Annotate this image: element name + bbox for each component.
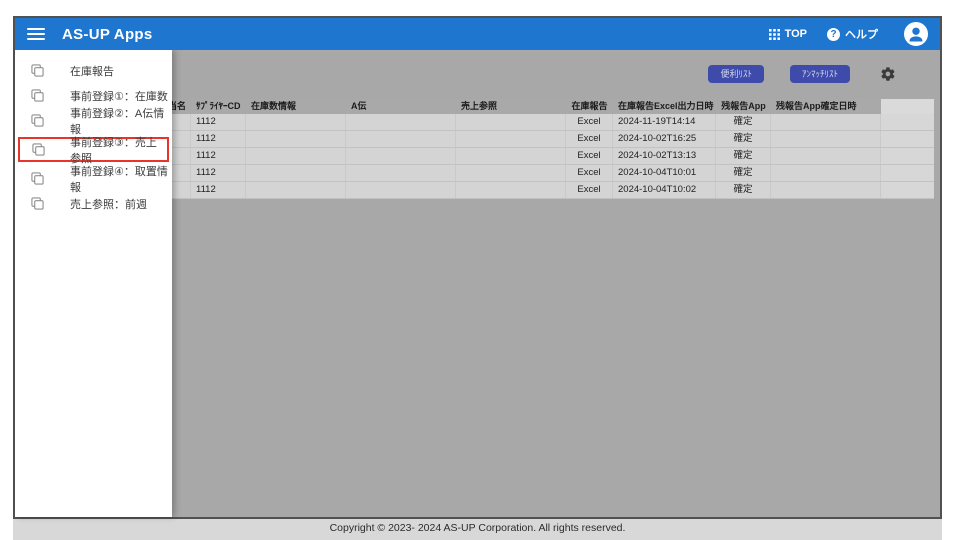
cell-filler	[881, 114, 934, 130]
cell-zan-app-datetime	[771, 165, 881, 181]
col-header-supplier-cd: ｻﾌﾟﾗｲﾔｰCD	[191, 99, 246, 114]
cell-zan-app: 確定	[716, 148, 771, 164]
cell-supplier-cd: 1112	[191, 182, 246, 198]
cell-aden	[346, 182, 456, 198]
top-link[interactable]: TOP	[768, 28, 807, 40]
cell-excel-datetime: 2024-10-02T13:13	[613, 148, 716, 164]
col-header-filler	[881, 99, 934, 114]
settings-gear-icon[interactable]	[880, 66, 896, 82]
cell-aden	[346, 148, 456, 164]
sidebar-item-label: 事前登録④：取置情報	[70, 165, 168, 194]
col-header-sales-ref: 売上参照	[456, 99, 566, 114]
table-row: 1112 Excel 2024-10-02T16:25 確定	[61, 131, 934, 148]
convenient-list-button[interactable]: 便利ﾘｽﾄ	[708, 65, 764, 83]
help-label: ヘルプ	[845, 29, 878, 41]
col-header-aden: A伝	[346, 99, 456, 114]
unmatch-list-button[interactable]: ｱﾝﾏｯﾁﾘｽﾄ	[789, 65, 850, 83]
copy-icon	[31, 89, 44, 102]
top-label: TOP	[784, 28, 807, 40]
action-toolbar: 便利ﾘｽﾄ ｱﾝﾏｯﾁﾘｽﾄ	[708, 65, 896, 83]
cell-excel-datetime: 2024-10-02T16:25	[613, 131, 716, 147]
col-header-stock-info: 在庫数情報	[246, 99, 346, 114]
cell-aden	[346, 131, 456, 147]
data-table: 担当名 ｻﾌﾟﾗｲﾔｰCD 在庫数情報 A伝 売上参照 在庫報告 在庫報告Exc…	[61, 99, 934, 199]
copy-icon	[31, 172, 44, 185]
cell-stock-report: Excel	[566, 114, 613, 130]
table-row: 1112 Excel 2024-10-02T13:13 確定	[61, 148, 934, 165]
cell-sales-ref	[456, 165, 566, 181]
page: AS-UP Apps TOP ? ヘルプ 便利ﾘｽﾄ ｱﾝﾏｯﾁﾘｽﾄ 担当名 …	[0, 0, 960, 540]
table-row: 1112 Excel 2024-10-04T10:01 確定	[61, 165, 934, 182]
sidebar-item-label: 事前登録②：A伝情報	[70, 107, 165, 136]
cell-zan-app-datetime	[771, 148, 881, 164]
cell-filler	[881, 182, 934, 198]
col-header-zan-app: 残報告App	[716, 99, 771, 114]
cell-stock-report: Excel	[566, 131, 613, 147]
cell-stock-info	[246, 131, 346, 147]
sidebar-item-label: 売上参照：前週	[70, 198, 147, 211]
cell-zan-app-datetime	[771, 131, 881, 147]
cell-stock-report: Excel	[566, 148, 613, 164]
footer-copyright: Copyright © 2023- 2024 AS-UP Corporation…	[13, 519, 942, 540]
table-row: 1112 Excel 2024-11-19T14:14 確定	[61, 114, 934, 131]
help-link[interactable]: ? ヘルプ	[827, 26, 878, 42]
cell-excel-datetime: 2024-10-04T10:02	[613, 182, 716, 198]
cell-supplier-cd: 1112	[191, 148, 246, 164]
cell-excel-datetime: 2024-11-19T14:14	[613, 114, 716, 130]
col-header-stock-report: 在庫報告	[566, 99, 613, 114]
cell-zan-app: 確定	[716, 114, 771, 130]
help-icon: ?	[827, 27, 840, 41]
col-header-excel-datetime: 在庫報告Excel出力日時	[613, 99, 716, 114]
cell-sales-ref	[456, 131, 566, 147]
copy-icon	[32, 143, 45, 156]
cell-stock-info	[246, 165, 346, 181]
cell-sales-ref	[456, 148, 566, 164]
hamburger-menu-icon[interactable]	[27, 28, 45, 40]
col-header-zan-app-datetime: 残報告App確定日時	[771, 99, 881, 114]
copy-icon	[31, 64, 44, 77]
sidebar-item-jizen2-aden[interactable]: 事前登録②：A伝情報	[15, 108, 172, 136]
app-window: AS-UP Apps TOP ? ヘルプ 便利ﾘｽﾄ ｱﾝﾏｯﾁﾘｽﾄ 担当名 …	[13, 16, 942, 519]
apps-grid-icon	[768, 28, 780, 40]
cell-stock-info	[246, 114, 346, 130]
table-header-row: 担当名 ｻﾌﾟﾗｲﾔｰCD 在庫数情報 A伝 売上参照 在庫報告 在庫報告Exc…	[61, 99, 934, 114]
cell-zan-app: 確定	[716, 131, 771, 147]
app-title: AS-UP Apps	[62, 25, 153, 43]
sidebar-drawer: 在庫報告 事前登録①：在庫数 事前登録②：A伝情報 事前登録③：売上参照 事前登…	[15, 50, 172, 517]
cell-supplier-cd: 1112	[191, 165, 246, 181]
cell-supplier-cd: 1112	[191, 131, 246, 147]
cell-zan-app: 確定	[716, 165, 771, 181]
cell-zan-app-datetime	[771, 182, 881, 198]
sidebar-item-label: 事前登録①：在庫数	[70, 90, 168, 103]
cell-sales-ref	[456, 182, 566, 198]
cell-filler	[881, 131, 934, 147]
cell-stock-info	[246, 182, 346, 198]
sidebar-item-jizen3-uriage-sansho[interactable]: 事前登録③：売上参照	[18, 137, 169, 165]
cell-stock-info	[246, 148, 346, 164]
sidebar-item-jizen4-torioki[interactable]: 事前登録④：取置情報	[15, 166, 172, 194]
cell-zan-app: 確定	[716, 182, 771, 198]
cell-sales-ref	[456, 114, 566, 130]
user-avatar[interactable]	[904, 22, 928, 46]
cell-aden	[346, 114, 456, 130]
cell-excel-datetime: 2024-10-04T10:01	[613, 165, 716, 181]
app-bar-right: TOP ? ヘルプ	[768, 22, 930, 46]
cell-supplier-cd: 1112	[191, 114, 246, 130]
cell-aden	[346, 165, 456, 181]
sidebar-item-label: 在庫報告	[70, 65, 114, 78]
sidebar-item-zaiko-houkoku[interactable]: 在庫報告	[15, 58, 172, 83]
sidebar-item-uriage-sansho-zenshu[interactable]: 売上参照：前週	[15, 191, 172, 216]
cell-stock-report: Excel	[566, 182, 613, 198]
copy-icon	[31, 197, 44, 210]
app-bar: AS-UP Apps TOP ? ヘルプ	[15, 18, 940, 50]
cell-stock-report: Excel	[566, 165, 613, 181]
table-row: 1112 Excel 2024-10-04T10:02 確定	[61, 182, 934, 199]
copy-icon	[31, 114, 44, 127]
sidebar-item-label: 事前登録③：売上参照	[70, 136, 157, 165]
cell-filler	[881, 148, 934, 164]
cell-zan-app-datetime	[771, 114, 881, 130]
cell-filler	[881, 165, 934, 181]
